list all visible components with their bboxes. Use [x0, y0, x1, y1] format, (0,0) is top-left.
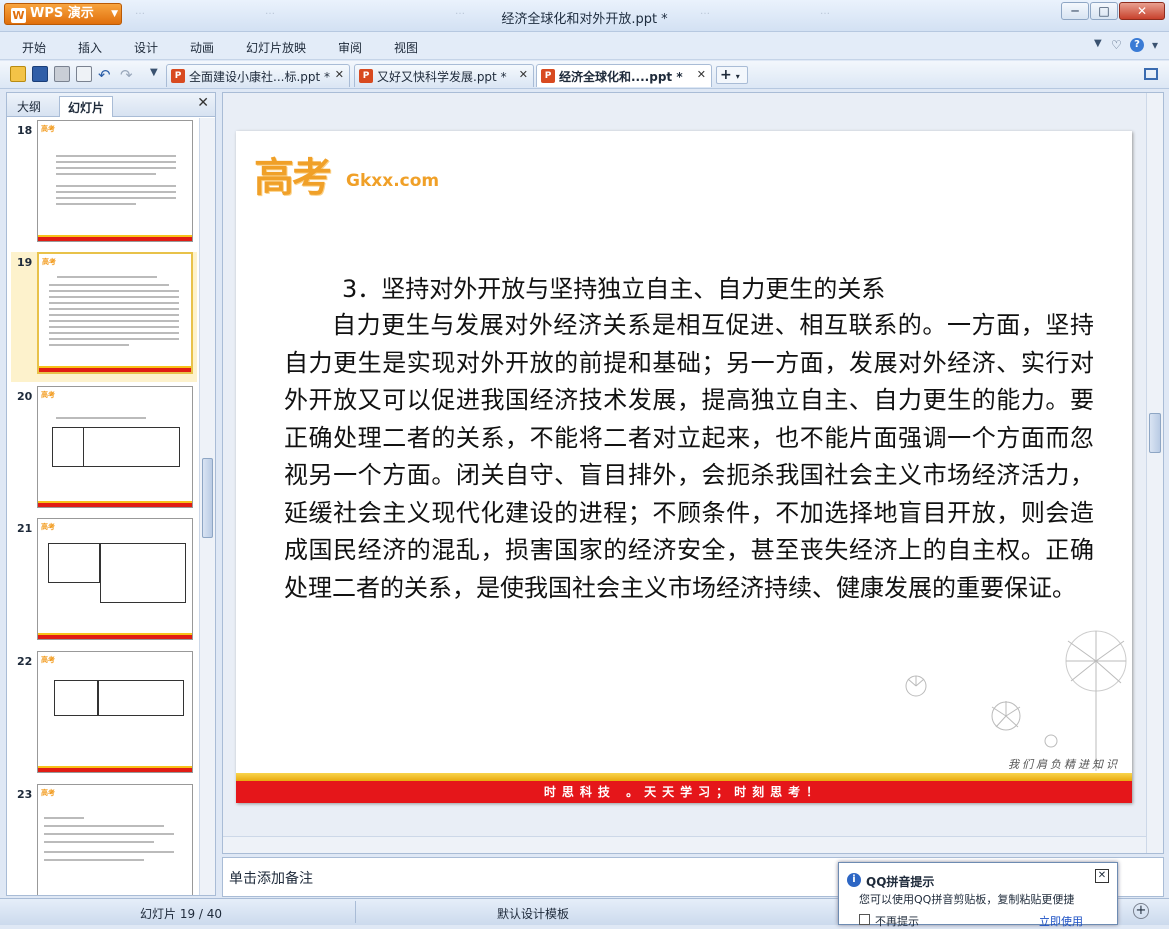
- slide-signature: 我们肩负精进知识: [1008, 758, 1120, 771]
- close-window-button[interactable]: ✕: [1119, 2, 1165, 20]
- open-icon[interactable]: [10, 66, 26, 82]
- print-icon[interactable]: [54, 66, 70, 82]
- thumb-logo: 高考: [41, 391, 55, 399]
- redo-icon[interactable]: ↷: [120, 66, 133, 84]
- divider: [355, 901, 356, 923]
- title-bar: W WPS 演示 ▼ … … … … … 经济全球化和对外开放.ppt * ─ □…: [0, 0, 1169, 32]
- slide-thumbnail-selected[interactable]: 19 高考: [11, 252, 197, 382]
- design-template: 默认设计模板: [497, 907, 570, 921]
- menu-start[interactable]: 开始: [22, 39, 46, 56]
- thumb-logo: 高考: [41, 789, 55, 797]
- menu-slideshow[interactable]: 幻灯片放映: [246, 39, 306, 56]
- scroll-thumb[interactable]: [202, 458, 213, 538]
- popup-close-button[interactable]: ✕: [1095, 869, 1109, 883]
- slide-thumbnail[interactable]: 22 高考: [11, 651, 197, 781]
- slide-number: 19: [17, 256, 33, 269]
- popup-message: 您可以使用QQ拼音剪贴板，复制粘贴更便捷: [859, 893, 1075, 906]
- slide-number: 23: [17, 788, 33, 801]
- slide-logo: 高考: [254, 154, 332, 201]
- menu-bar: 开始 插入 设计 动画 幻灯片放映 审阅 视图: [0, 32, 1169, 60]
- menu-animation[interactable]: 动画: [190, 39, 214, 56]
- ppt-file-icon: P: [171, 69, 185, 83]
- tab-outline[interactable]: 大纲: [9, 96, 49, 117]
- slide-panel: 大纲 幻灯片 ✕ 18 高考 19 高考 20 高考 21 高考 22 高考 2…: [6, 92, 216, 896]
- ppt-file-icon: P: [359, 69, 373, 83]
- slide-thumb-image: 高考: [37, 386, 193, 508]
- thumb-logo: 高考: [41, 656, 55, 664]
- doc-tab-label: 又好又快科学发展.ppt *: [377, 70, 507, 84]
- doc-tab-1[interactable]: P 全面建设小康社...标.ppt * ✕: [166, 64, 350, 87]
- thumbnail-list: 18 高考 19 高考 20 高考 21 高考 22 高考 23 高考: [7, 118, 199, 895]
- toolbar: ↶ ↷ ▼ P 全面建设小康社...标.ppt * ✕ P 又好又快科学发展.p…: [0, 61, 1169, 89]
- doc-tab-3-active[interactable]: P 经济全球化和....ppt * ✕: [536, 64, 712, 87]
- slide-canvas[interactable]: 高考 Gkxx.com 3．坚持对外开放与坚持独立自主、自力更生的关系 自力更生…: [236, 131, 1132, 803]
- menu-view[interactable]: 视图: [394, 39, 418, 56]
- slide-footer-stripe: [236, 773, 1132, 781]
- slide-editor: 高考 Gkxx.com 3．坚持对外开放与坚持独立自主、自力更生的关系 自力更生…: [222, 92, 1164, 854]
- thumbnail-scrollbar[interactable]: [199, 118, 215, 895]
- slide-thumbnail[interactable]: 20 高考: [11, 386, 197, 516]
- doc-tab-label: 经济全球化和....ppt *: [559, 70, 683, 84]
- slide-number: 21: [17, 522, 33, 535]
- slide-thumb-image: 高考: [37, 252, 193, 374]
- slide-thumb-image: 高考: [37, 784, 193, 895]
- popup-title: QQ拼音提示: [866, 875, 935, 889]
- slide-thumb-image: 高考: [37, 518, 193, 640]
- slide-thumbnail[interactable]: 21 高考: [11, 518, 197, 648]
- notes-placeholder: 单击添加备注: [229, 871, 313, 887]
- panel-layout-icon[interactable]: [1144, 68, 1158, 80]
- ribbon-toggle-icon[interactable]: ▼: [1094, 38, 1102, 49]
- horizontal-scrollbar[interactable]: [223, 836, 1146, 853]
- toolbar-dropdown-icon[interactable]: ▼: [150, 67, 158, 78]
- dandelion-decoration: [905, 630, 1127, 771]
- doc-tab-label: 全面建设小康社...标.ppt *: [189, 70, 331, 84]
- menu-review[interactable]: 审阅: [338, 39, 362, 56]
- thumb-logo: 高考: [42, 258, 56, 266]
- dont-show-checkbox[interactable]: [859, 914, 870, 925]
- tab-slides[interactable]: 幻灯片: [59, 96, 114, 117]
- ppt-file-icon: P: [541, 69, 555, 83]
- slide-thumbnail[interactable]: 18 高考: [11, 120, 197, 250]
- info-icon: i: [847, 873, 861, 887]
- slide-thumb-image: 高考: [37, 651, 193, 773]
- slide-logo-text: Gkxx.com: [346, 171, 440, 191]
- undo-icon[interactable]: ↶: [98, 66, 111, 84]
- thumb-logo: 高考: [41, 523, 55, 531]
- use-now-link[interactable]: 立即使用: [1039, 913, 1083, 929]
- maximize-button[interactable]: □: [1090, 2, 1118, 20]
- slide-number: 20: [17, 390, 33, 403]
- close-tab-icon[interactable]: ✕: [519, 68, 528, 81]
- close-tab-icon[interactable]: ✕: [697, 68, 706, 81]
- dont-show-label: 不再提示: [875, 915, 919, 928]
- minimize-button[interactable]: ─: [1061, 2, 1089, 20]
- close-tab-icon[interactable]: ✕: [335, 68, 344, 81]
- save-icon[interactable]: [32, 66, 48, 82]
- help-icon[interactable]: ?: [1130, 38, 1144, 52]
- slide-footer-banner: 时思科技 。天天学习；时刻思考！: [236, 781, 1132, 803]
- zoom-in-icon[interactable]: +: [1133, 903, 1149, 919]
- print-preview-icon[interactable]: [76, 66, 92, 82]
- plus-icon: +: [720, 67, 732, 83]
- scroll-thumb[interactable]: [1149, 413, 1161, 453]
- menu-design[interactable]: 设计: [134, 39, 158, 56]
- window-title: 经济全球化和对外开放.ppt *: [501, 12, 668, 27]
- skin-icon[interactable]: ♡: [1111, 38, 1122, 52]
- doc-tab-2[interactable]: P 又好又快科学发展.ppt * ✕: [354, 64, 534, 87]
- menu-more-icon[interactable]: ▾: [1152, 38, 1158, 52]
- new-tab-button[interactable]: + ▾: [716, 66, 748, 84]
- slide-heading[interactable]: 3．坚持对外开放与坚持独立自主、自力更生的关系: [342, 269, 885, 304]
- slide-thumbnail[interactable]: 23 高考: [11, 784, 197, 895]
- slide-count: 幻灯片 19 / 40: [140, 907, 223, 921]
- menu-insert[interactable]: 插入: [78, 39, 102, 56]
- thumb-logo: 高考: [41, 125, 55, 133]
- slide-number: 18: [17, 124, 33, 137]
- panel-tabs: 大纲 幻灯片 ✕: [7, 93, 215, 117]
- slide-body-text[interactable]: 自力更生与发展对外经济关系是相互促进、相互联系的。一方面，坚持自力更生是实现对外…: [284, 307, 1094, 607]
- slide-thumb-image: 高考: [37, 120, 193, 242]
- vertical-scrollbar[interactable]: [1146, 93, 1163, 853]
- close-panel-icon[interactable]: ✕: [197, 95, 209, 111]
- slide-number: 22: [17, 655, 33, 668]
- qq-pinyin-popup: i QQ拼音提示 ✕ 您可以使用QQ拼音剪贴板，复制粘贴更便捷 不再提示 立即使…: [838, 862, 1118, 928]
